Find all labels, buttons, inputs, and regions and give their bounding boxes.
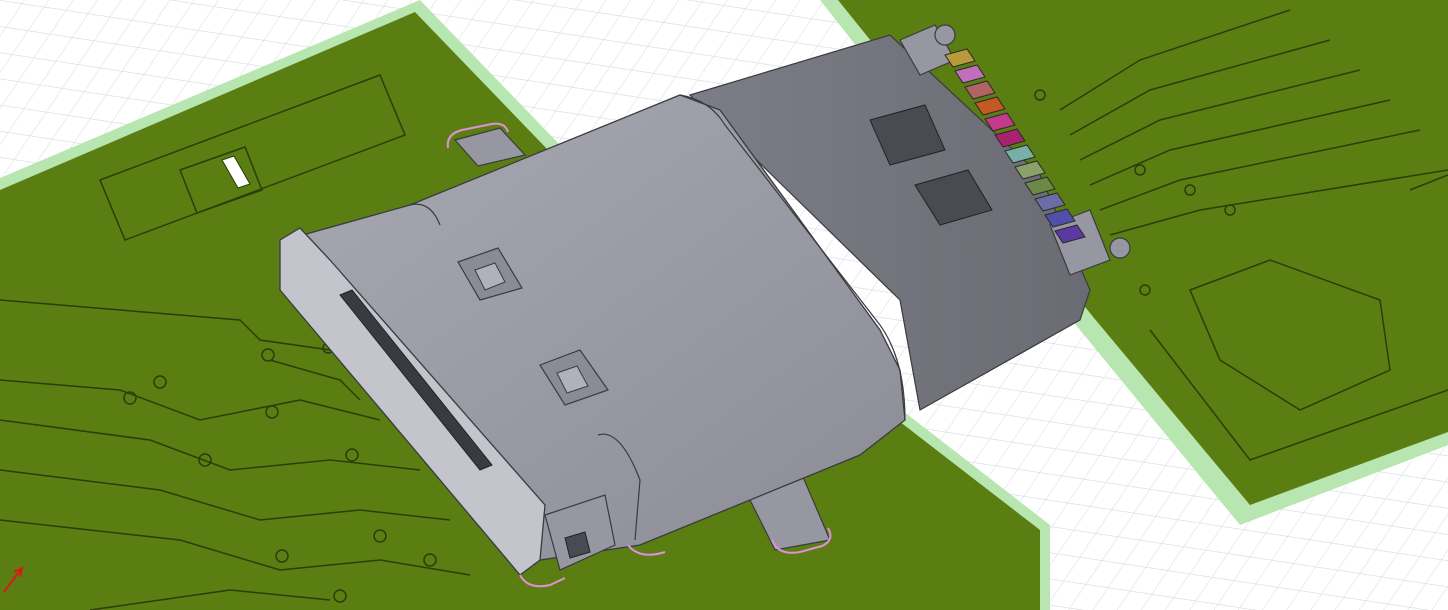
model-scene[interactable] [0,0,1448,610]
cad-3d-viewport[interactable] [0,0,1448,610]
latch-knob-bottom [1109,237,1131,259]
latch-knob-top [934,24,956,46]
